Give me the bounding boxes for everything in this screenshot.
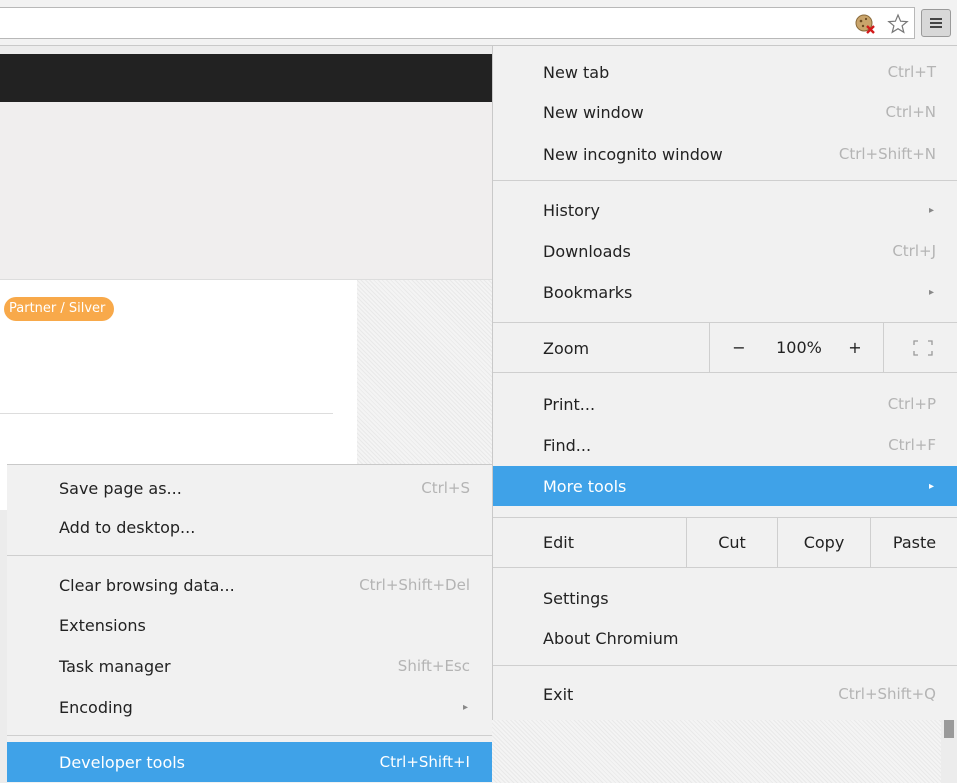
menu-item-label: Find...: [543, 435, 592, 455]
chevron-right-icon: ▸: [928, 204, 934, 216]
zoom-out-button[interactable]: −: [719, 323, 759, 372]
zoom-label: Zoom: [543, 339, 590, 358]
shortcut-label: Ctrl+Shift+Q: [838, 685, 936, 703]
divider: [709, 323, 710, 372]
copy-label: Copy: [803, 533, 845, 552]
page-banner: [0, 102, 500, 280]
menu-item-extensions[interactable]: Extensions: [7, 605, 492, 645]
menu-separator: [493, 372, 957, 373]
shortcut-label: Ctrl+Shift+Del: [359, 576, 470, 594]
zoom-row: Zoom − 100% +: [493, 323, 957, 372]
menu-item-find[interactable]: Find... Ctrl+F: [493, 425, 957, 465]
shortcut-label: Ctrl+Shift+I: [379, 753, 470, 771]
menu-item-exit[interactable]: Exit Ctrl+Shift+Q: [493, 674, 957, 714]
menu-separator: [493, 180, 957, 181]
page-header-bar: [0, 54, 500, 102]
shortcut-label: Shift+Esc: [397, 657, 470, 675]
scrollbar-thumb[interactable]: [944, 720, 954, 738]
more-tools-submenu: Save page as... Ctrl+S Add to desktop...…: [7, 464, 492, 783]
menu-separator: [493, 665, 957, 666]
shortcut-label: Ctrl+N: [885, 103, 936, 121]
menu-item-downloads[interactable]: Downloads Ctrl+J: [493, 231, 957, 271]
chevron-right-icon: ▸: [928, 480, 934, 492]
menu-item-new-incognito-window[interactable]: New incognito window Ctrl+Shift+N: [493, 134, 957, 174]
menu-separator: [7, 735, 492, 736]
menu-item-label: More tools: [543, 476, 627, 496]
browser-window: Partner / Silver New tab Ctrl+T New wind…: [0, 0, 957, 783]
cut-button[interactable]: Cut: [687, 518, 777, 567]
menu-item-label: Extensions: [59, 615, 146, 635]
menu-item-more-tools[interactable]: More tools ▸: [493, 466, 957, 506]
chevron-right-icon: ▸: [928, 286, 934, 298]
menu-item-developer-tools[interactable]: Developer tools Ctrl+Shift+I: [7, 742, 492, 782]
menu-item-print[interactable]: Print... Ctrl+P: [493, 384, 957, 424]
menu-item-add-to-desktop[interactable]: Add to desktop...: [7, 507, 492, 547]
cookie-blocked-icon[interactable]: [853, 12, 877, 36]
menu-separator: [7, 555, 492, 556]
menu-item-label: New window: [543, 102, 644, 122]
shortcut-label: Ctrl+Shift+N: [838, 145, 936, 163]
menu-item-clear-browsing-data[interactable]: Clear browsing data... Ctrl+Shift+Del: [7, 565, 492, 605]
shortcut-label: Ctrl+S: [421, 479, 470, 497]
paste-label: Paste: [892, 533, 937, 552]
menu-item-label: Bookmarks: [543, 282, 633, 302]
minus-icon: −: [732, 338, 746, 357]
menu-item-label: History: [543, 200, 600, 220]
divider: [883, 323, 884, 372]
paste-button[interactable]: Paste: [871, 518, 957, 567]
menu-item-label: Task manager: [59, 656, 171, 676]
menu-item-label: Clear browsing data...: [59, 575, 235, 595]
menu-item-label: Add to desktop...: [59, 517, 196, 537]
background-pattern: [492, 720, 941, 783]
menu-item-history[interactable]: History ▸: [493, 190, 957, 230]
menu-item-encoding[interactable]: Encoding ▸: [7, 687, 492, 727]
menu-item-label: Settings: [543, 588, 609, 608]
shortcut-label: Ctrl+F: [888, 436, 936, 454]
shortcut-label: Ctrl+P: [887, 395, 936, 413]
menu-item-label: Save page as...: [59, 478, 182, 498]
menu-item-about-chromium[interactable]: About Chromium: [493, 618, 957, 658]
cut-label: Cut: [718, 533, 746, 552]
menu-item-task-manager[interactable]: Task manager Shift+Esc: [7, 646, 492, 686]
menu-item-label: Downloads: [543, 241, 631, 261]
address-bar[interactable]: [0, 7, 915, 39]
menu-item-label: New incognito window: [543, 144, 723, 164]
menu-item-save-page-as[interactable]: Save page as... Ctrl+S: [7, 468, 492, 508]
status-badge: Partner / Silver: [4, 297, 115, 321]
menu-item-settings[interactable]: Settings: [493, 578, 957, 618]
menu-item-new-window[interactable]: New window Ctrl+N: [493, 92, 957, 132]
fullscreen-icon: [913, 339, 933, 356]
menu-item-bookmarks[interactable]: Bookmarks ▸: [493, 272, 957, 312]
menu-item-label: Print...: [543, 394, 596, 414]
star-icon[interactable]: [886, 12, 910, 36]
hamburger-menu-icon[interactable]: [921, 9, 951, 37]
menu-item-label: Encoding: [59, 697, 133, 717]
zoom-in-button[interactable]: +: [835, 323, 875, 372]
fullscreen-button[interactable]: [893, 323, 953, 372]
divider: [0, 413, 333, 414]
menu-item-label: New tab: [543, 62, 610, 82]
zoom-value: 100%: [776, 338, 822, 357]
chevron-right-icon: ▸: [462, 701, 468, 713]
edit-label: Edit: [543, 533, 574, 552]
shortcut-label: Ctrl+J: [892, 242, 936, 260]
edit-row: Edit Cut Copy Paste: [493, 518, 957, 567]
menu-item-label: About Chromium: [543, 628, 679, 648]
shortcut-label: Ctrl+T: [887, 63, 936, 81]
browser-toolbar: [0, 0, 957, 46]
menu-separator: [493, 567, 957, 568]
menu-item-label: Developer tools: [59, 752, 186, 772]
menu-item-new-tab[interactable]: New tab Ctrl+T: [493, 52, 957, 92]
copy-button[interactable]: Copy: [778, 518, 870, 567]
zoom-level: 100%: [769, 323, 829, 372]
menu-item-label: Exit: [543, 684, 574, 704]
plus-icon: +: [848, 338, 862, 357]
chromium-main-menu: New tab Ctrl+T New window Ctrl+N New inc…: [492, 46, 957, 720]
